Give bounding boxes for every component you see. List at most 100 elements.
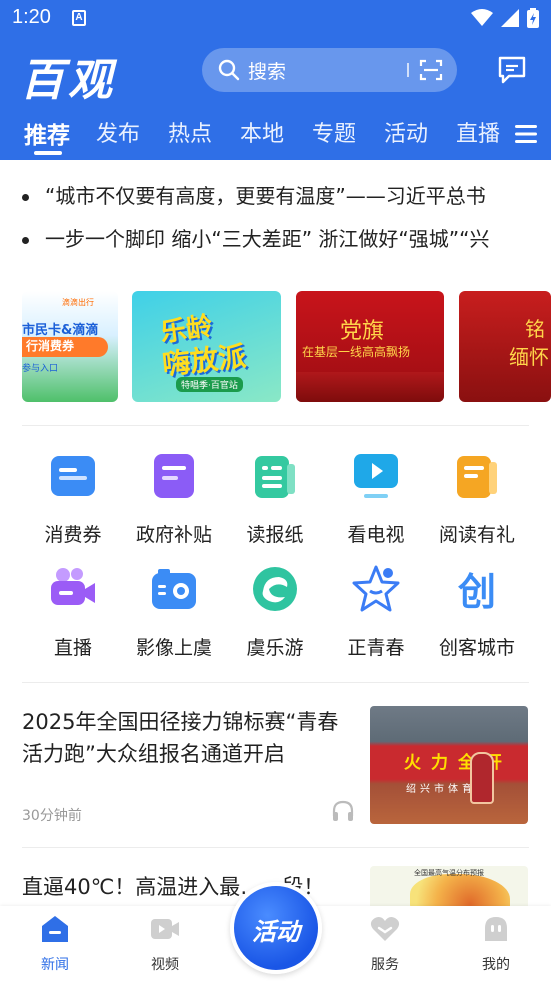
service-label: 影像上虞 bbox=[135, 637, 212, 659]
headline-item[interactable]: 一步一个脚印 缩小“三大差距” 浙江做好“强城”“兴 bbox=[22, 223, 532, 263]
activity-label: 活动 bbox=[252, 918, 300, 946]
video-icon bbox=[151, 919, 179, 939]
status-icons bbox=[471, 8, 539, 28]
service-youth[interactable]: 正青春 bbox=[321, 565, 431, 665]
activity-center-button[interactable]: 活动 bbox=[230, 882, 322, 974]
tab-live[interactable]: 直播 bbox=[456, 116, 500, 148]
news-thumbnail: 全国最高气温分布预报 bbox=[370, 866, 528, 906]
tab-hot[interactable]: 热点 bbox=[168, 116, 212, 148]
tab-recommend[interactable]: 推荐 bbox=[24, 116, 70, 150]
service-newspaper[interactable]: 读报纸 bbox=[220, 452, 330, 552]
service-live[interactable]: 直播 bbox=[18, 565, 128, 665]
youth-star-icon bbox=[352, 565, 400, 612]
profile-icon bbox=[485, 917, 507, 941]
search-placeholder: 搜索 bbox=[248, 60, 287, 83]
temperature-map bbox=[410, 874, 510, 906]
tab-topics[interactable]: 专题 bbox=[312, 116, 356, 148]
banner-line: 铭 bbox=[525, 317, 545, 341]
banner-line: 嗨放派 bbox=[160, 339, 248, 382]
service-label: 消费券 bbox=[44, 524, 102, 546]
headline-text: “城市不仅要有高度，更要有温度”——习近平总书 bbox=[45, 184, 486, 208]
menu-icon[interactable] bbox=[515, 124, 537, 144]
subsidy-icon bbox=[154, 454, 194, 498]
tab-local[interactable]: 本地 bbox=[240, 116, 284, 148]
divider bbox=[22, 847, 529, 848]
service-label: 阅读有礼 bbox=[438, 524, 515, 546]
thumb-banner-text: 火力全开 bbox=[404, 753, 512, 773]
banner-carousel: 滴滴出行 市民卡&滴滴 行消费券 参与入口 乐龄 嗨放派 特唱季·百官站 党旗 … bbox=[22, 291, 551, 403]
nav-label: 服务 bbox=[371, 957, 399, 973]
banner-party-flag[interactable]: 党旗 在基层一线高高飘扬 bbox=[296, 291, 444, 402]
service-travel[interactable]: 虞乐游 bbox=[220, 565, 330, 665]
nav-profile[interactable]: 我的 bbox=[456, 914, 536, 974]
banner-line: 市民卡&滴滴 bbox=[22, 323, 99, 338]
service-maker-city[interactable]: 创 创客城市 bbox=[422, 565, 532, 665]
news-thumbnail: 火力全开 绍兴市体育 bbox=[370, 706, 528, 824]
banner-memorial[interactable]: 铭 缅怀 bbox=[459, 291, 551, 402]
nav-service[interactable]: 服务 bbox=[345, 914, 425, 974]
service-label: 看电视 bbox=[347, 524, 405, 546]
service-label: 直播 bbox=[53, 637, 92, 659]
service-tv[interactable]: 看电视 bbox=[321, 452, 431, 552]
service-label: 虞乐游 bbox=[246, 637, 304, 659]
banner-elderly-party[interactable]: 乐龄 嗨放派 特唱季·百官站 bbox=[132, 291, 281, 402]
app-header: 1:20 A 百观 搜索 推荐 发布 热点 本地 专题 活动 直播 bbox=[0, 0, 551, 160]
service-voucher[interactable]: 消费券 bbox=[18, 452, 128, 552]
service-label: 政府补贴 bbox=[135, 524, 212, 546]
news-home-icon bbox=[42, 916, 68, 942]
app-logo[interactable]: 百观 bbox=[20, 44, 116, 108]
banner-line: 党旗 bbox=[340, 319, 385, 344]
nav-news[interactable]: 新闻 bbox=[15, 914, 95, 974]
banner-brand: 滴滴出行 bbox=[62, 298, 94, 307]
banner-line: 特唱季·百官站 bbox=[176, 377, 243, 392]
search-divider bbox=[407, 63, 409, 77]
headline-item[interactable]: “城市不仅要有高度，更要有温度”——习近平总书 bbox=[22, 180, 532, 220]
service-label: 读报纸 bbox=[246, 524, 304, 546]
nav-label: 我的 bbox=[482, 957, 510, 973]
heart-service-icon bbox=[370, 917, 400, 941]
voucher-icon bbox=[51, 456, 95, 496]
divider bbox=[22, 682, 529, 683]
city-silhouette bbox=[296, 372, 444, 402]
message-icon[interactable] bbox=[497, 55, 527, 85]
maker-city-icon: 创 bbox=[458, 570, 496, 613]
tab-activity[interactable]: 活动 bbox=[384, 116, 428, 148]
headline-text: 一步一个脚印 缩小“三大差距” 浙江做好“强城”“兴 bbox=[45, 227, 490, 251]
service-reading-gift[interactable]: 阅读有礼 bbox=[422, 452, 532, 552]
headphone-icon[interactable] bbox=[331, 800, 355, 822]
service-imaging[interactable]: 影像上虞 bbox=[119, 565, 229, 665]
reading-gift-icon bbox=[457, 456, 497, 498]
status-time: 1:20 bbox=[12, 6, 51, 28]
active-tab-indicator bbox=[34, 151, 62, 155]
bullet bbox=[22, 237, 29, 244]
banner-line: 缅怀 bbox=[509, 345, 549, 369]
nav-video[interactable]: 视频 bbox=[125, 914, 205, 974]
battery-icon bbox=[527, 8, 539, 28]
service-label: 正青春 bbox=[347, 637, 405, 659]
thumb-sub-text: 绍兴市体育 bbox=[406, 784, 476, 795]
banner-line: 在基层一线高高飘扬 bbox=[302, 345, 411, 359]
banner-didi-voucher[interactable]: 滴滴出行 市民卡&滴滴 行消费券 参与入口 bbox=[22, 291, 118, 402]
live-camera-icon bbox=[51, 568, 95, 605]
status-bar: 1:20 A bbox=[0, 0, 551, 38]
channel-tabs: 推荐 发布 热点 本地 专题 活动 直播 bbox=[0, 112, 551, 160]
wifi-icon bbox=[471, 9, 493, 26]
service-label: 创客城市 bbox=[438, 637, 515, 659]
runner-figure bbox=[470, 752, 494, 804]
scan-icon[interactable] bbox=[419, 59, 443, 81]
thumb-caption: 全国最高气温分布预报 bbox=[414, 869, 484, 877]
search-bar[interactable]: 搜索 bbox=[202, 48, 457, 92]
banner-line: 参与入口 bbox=[22, 364, 59, 374]
news-title: 2025年全国田径接力锦标赛“青春活力跑”大众组报名通道开启 bbox=[22, 710, 339, 766]
nav-label: 新闻 bbox=[41, 957, 69, 973]
service-subsidy[interactable]: 政府补贴 bbox=[119, 452, 229, 552]
signal-icon bbox=[501, 9, 519, 27]
news-time: 30分钟前 bbox=[22, 808, 82, 824]
travel-swirl-icon bbox=[253, 567, 297, 611]
bullet bbox=[22, 194, 29, 201]
nav-label: 视频 bbox=[151, 957, 179, 973]
newspaper-icon bbox=[255, 456, 295, 498]
radio-camera-icon bbox=[152, 569, 196, 609]
tab-publish[interactable]: 发布 bbox=[96, 116, 140, 148]
svg-text:创: 创 bbox=[458, 570, 496, 613]
